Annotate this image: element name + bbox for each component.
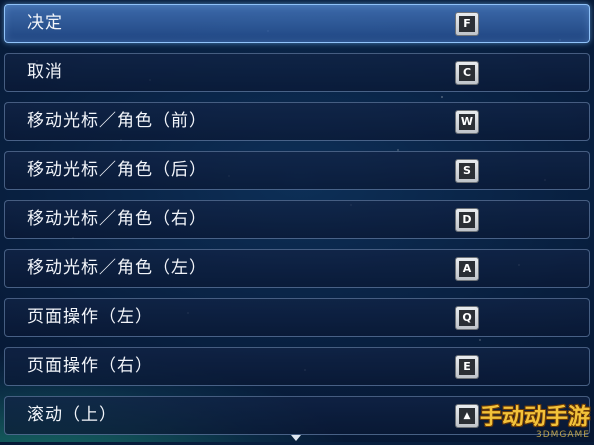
watermark-text: 手动动手游	[479, 405, 590, 430]
binding-label: 页面操作（右）	[27, 356, 153, 376]
key-up-arrow-icon: ▲	[456, 405, 478, 427]
binding-label: 决定	[27, 13, 63, 33]
binding-label: 页面操作（左）	[27, 307, 153, 327]
binding-row-cancel[interactable]: 取消 C	[4, 53, 590, 92]
scroll-down-indicator-icon[interactable]	[291, 435, 301, 441]
key-q-icon: Q	[456, 307, 478, 329]
binding-row-page-right[interactable]: 页面操作（右） E	[4, 347, 590, 386]
key-f-icon: F	[456, 13, 478, 35]
key-glyph: E	[459, 359, 475, 375]
key-w-icon: W	[456, 111, 478, 133]
binding-row-page-left[interactable]: 页面操作（左） Q	[4, 298, 590, 337]
binding-row-move-back[interactable]: 移动光标／角色（后） S	[4, 151, 590, 190]
key-glyph: A	[459, 261, 475, 277]
key-s-icon: S	[456, 160, 478, 182]
binding-label: 移动光标／角色（左）	[27, 258, 207, 278]
key-glyph: Q	[459, 310, 475, 326]
key-c-icon: C	[456, 62, 478, 84]
key-d-icon: D	[456, 209, 478, 231]
binding-label: 移动光标／角色（前）	[27, 111, 207, 131]
binding-row-move-right[interactable]: 移动光标／角色（右） D	[4, 200, 590, 239]
binding-label: 移动光标／角色（后）	[27, 160, 207, 180]
binding-row-move-left[interactable]: 移动光标／角色（左） A	[4, 249, 590, 288]
key-glyph: C	[459, 65, 475, 81]
binding-row-move-forward[interactable]: 移动光标／角色（前） W	[4, 102, 590, 141]
site-watermark-logo: 手动动手游 3DMGAME	[479, 405, 590, 441]
key-binding-list: 决定 F 取消 C 移动光标／角色（前） W 移动光标／角色（后） S 移动光标…	[4, 4, 590, 445]
binding-label: 取消	[27, 62, 63, 82]
watermark-subtext: 3DMGAME	[535, 430, 590, 440]
key-glyph: S	[459, 163, 475, 179]
key-e-icon: E	[456, 356, 478, 378]
binding-label: 滚动（上）	[27, 405, 117, 425]
key-glyph: W	[459, 114, 475, 130]
key-glyph: D	[459, 212, 475, 228]
binding-label: 移动光标／角色（右）	[27, 209, 207, 229]
key-a-icon: A	[456, 258, 478, 280]
key-glyph: F	[459, 16, 475, 32]
key-glyph: ▲	[459, 408, 475, 424]
binding-row-confirm[interactable]: 决定 F	[4, 4, 590, 43]
